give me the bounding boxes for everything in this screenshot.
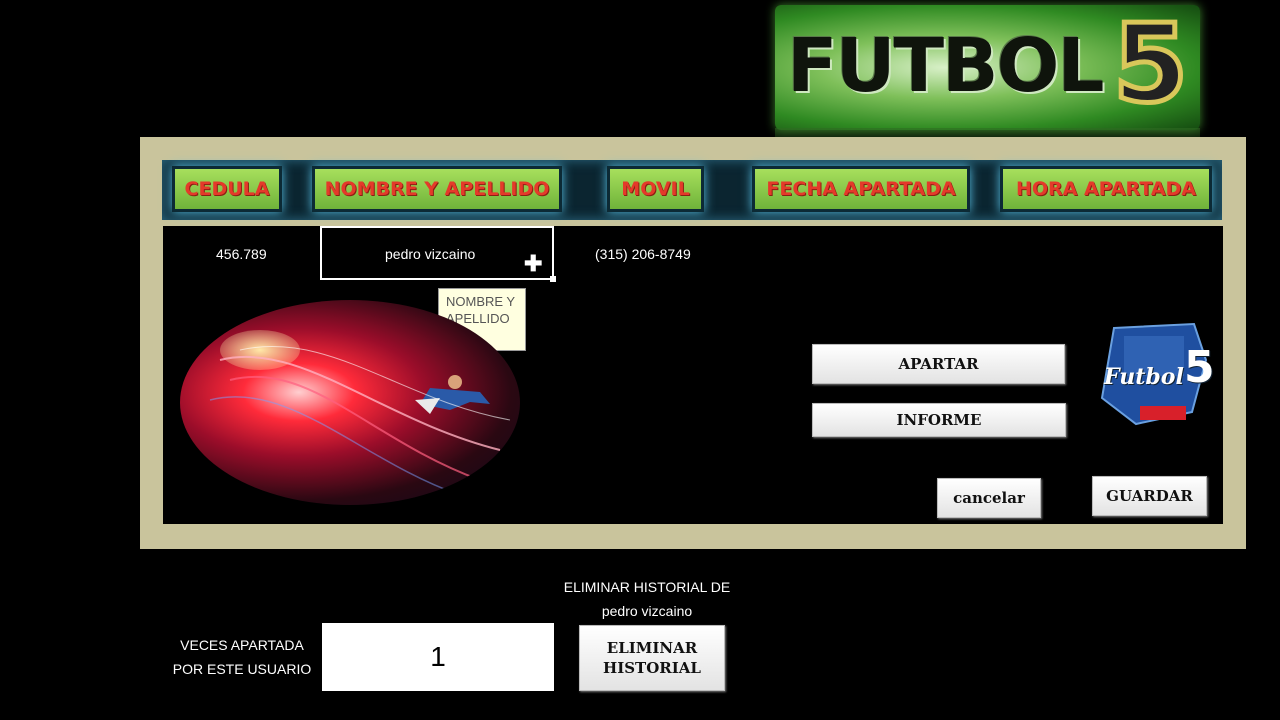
futbol5-small-logo: Futbol 5 (1096, 320, 1215, 430)
header-nombre-button[interactable]: NOMBRE Y APELLIDO (312, 166, 562, 212)
veces-label-line2: POR ESTE USUARIO (172, 661, 312, 677)
player-image (180, 300, 520, 505)
guardar-button[interactable]: GUARDAR (1092, 476, 1207, 516)
eliminar-historial-label: ELIMINAR HISTORIAL DE pedro vizcaino (557, 575, 737, 623)
small-logo-text: Futbol (1104, 364, 1184, 390)
cursor-cross-icon: ✚ (524, 251, 543, 276)
eliminar-label-user: pedro vizcaino (601, 603, 693, 619)
cancelar-button[interactable]: cancelar (937, 478, 1041, 518)
informe-button[interactable]: INFORME (812, 403, 1066, 437)
eliminar-historial-button[interactable]: ELIMINAR HISTORIAL (579, 625, 725, 691)
movil-cell[interactable]: (315) 206-8749 (595, 246, 691, 262)
logo-number: 5 (1110, 5, 1190, 127)
logo-text: FUTBOL (787, 23, 1105, 109)
small-logo-number: 5 (1184, 342, 1215, 393)
veces-apartada-label: VECES APARTADA POR ESTE USUARIO (166, 633, 318, 681)
fill-handle[interactable] (550, 276, 556, 282)
header-cedula-button[interactable]: CEDULA (172, 166, 282, 212)
eliminar-button-line1: ELIMINAR (606, 639, 698, 657)
light-streaks (209, 345, 511, 496)
veces-label-line1: VECES APARTADA (180, 637, 304, 653)
header-fecha-button[interactable]: FECHA APARTADA (752, 166, 970, 212)
header-movil-button[interactable]: MOVIL (607, 166, 704, 212)
header-hora-button[interactable]: HORA APARTADA (1000, 166, 1212, 212)
cedula-cell[interactable]: 456.789 (216, 246, 267, 262)
apartar-button[interactable]: APARTAR (812, 344, 1065, 384)
eliminar-button-line2: HISTORIAL (603, 659, 701, 677)
nombre-cell[interactable]: pedro vizcaino (385, 246, 475, 262)
futbol5-logo: FUTBOL 5 (775, 5, 1200, 130)
veces-apartada-value: 1 (322, 623, 554, 691)
eliminar-label-line1: ELIMINAR HISTORIAL DE (563, 579, 731, 595)
